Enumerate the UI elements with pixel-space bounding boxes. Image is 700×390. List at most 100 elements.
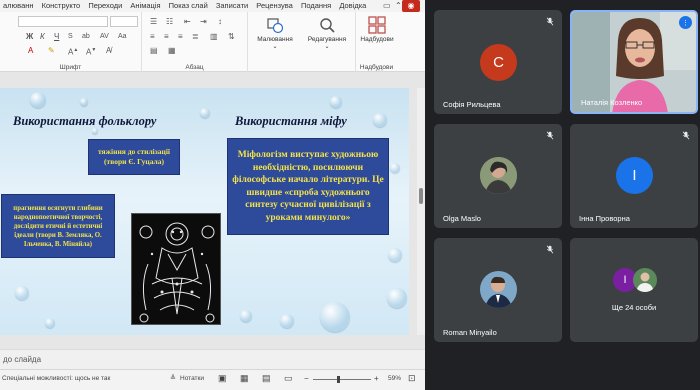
folk-illustration[interactable] xyxy=(131,213,221,325)
smartart-icon[interactable]: ▦ xyxy=(168,46,176,55)
align-left-icon[interactable]: ≡ xyxy=(150,32,155,41)
font-size-box[interactable] xyxy=(110,16,138,27)
reading-view-icon[interactable]: ▤ xyxy=(262,373,271,384)
menu-item-view[interactable]: Подання xyxy=(298,0,334,10)
editing-button[interactable]: Редагування ⌄ xyxy=(302,16,352,50)
water-drop xyxy=(30,92,46,108)
water-drop xyxy=(80,98,88,106)
scrollbar-thumb[interactable] xyxy=(419,188,423,204)
participant-tile[interactable]: І Інна Проворна xyxy=(570,124,698,228)
water-drop xyxy=(330,96,342,108)
drawing-label: Малювання xyxy=(257,36,293,43)
water-drop xyxy=(390,163,400,173)
slide-canvas[interactable]: Використання фольклору Використання міфу… xyxy=(0,88,409,335)
status-bar: Спеціальні можливості: щось не так ≜ Нот… xyxy=(0,369,425,390)
water-drop xyxy=(388,248,402,262)
grow-font-icon[interactable]: A▲ xyxy=(68,46,78,57)
notes-icon[interactable]: ≜ xyxy=(170,374,176,382)
bullets-icon[interactable]: ☰ xyxy=(150,17,157,26)
more-participants-tile[interactable]: І Ще 24 особи xyxy=(570,238,698,342)
strikethrough-icon[interactable]: ab xyxy=(82,32,90,41)
align-text-icon[interactable]: ▤ xyxy=(150,46,158,55)
decrease-indent-icon[interactable]: ⇤ xyxy=(184,17,191,26)
menu-item-draw[interactable]: алюванн xyxy=(0,0,37,10)
menu-item-design[interactable]: Конструкто xyxy=(39,0,84,10)
myth-box[interactable]: Міфологізм виступає художньою необхідніс… xyxy=(227,138,389,235)
change-case-icon[interactable]: Aa xyxy=(118,32,127,41)
shapes-icon xyxy=(266,16,284,34)
slide-scrollbar[interactable] xyxy=(417,88,425,335)
zoom-slider[interactable] xyxy=(313,379,371,380)
water-drop xyxy=(45,318,55,328)
zoom-level[interactable]: 59% xyxy=(388,375,401,382)
zoom-in-icon[interactable]: + xyxy=(374,374,379,383)
shadow-icon[interactable]: S xyxy=(68,32,73,41)
stylization-box[interactable]: тяжіння до стилізації (твори Є. Гуцала) xyxy=(88,139,180,175)
columns-icon[interactable]: ▥ xyxy=(210,32,218,41)
mic-off-icon xyxy=(682,131,690,140)
comments-icon[interactable]: ▭ xyxy=(380,0,392,12)
participant-name: Roman Minyailo xyxy=(443,328,497,337)
text-direction-icon[interactable]: ⇅ xyxy=(228,32,235,41)
drawing-button[interactable]: Малювання ⌄ xyxy=(252,16,298,50)
bold-icon[interactable]: Ж xyxy=(26,32,33,41)
accessibility-status[interactable]: Спеціальні можливості: щось не так xyxy=(2,375,110,382)
menu-item-animations[interactable]: Анімація xyxy=(127,0,163,10)
deep-folk-text: прагнення осягнути глибини народнопоетич… xyxy=(13,204,103,248)
highlight-icon[interactable]: ✎ xyxy=(48,46,55,55)
participant-name: Софія Рильцева xyxy=(443,100,501,109)
water-drop xyxy=(200,108,210,118)
increase-indent-icon[interactable]: ⇥ xyxy=(200,17,207,26)
slide-sorter-icon[interactable]: ▦ xyxy=(240,373,249,384)
align-center-icon[interactable]: ≡ xyxy=(164,32,169,41)
zoom-out-icon[interactable]: − xyxy=(304,374,309,383)
notes-pane[interactable]: до слайда xyxy=(0,349,425,369)
heading-folklore: Використання фольклору xyxy=(13,114,157,128)
addins-button[interactable]: Надбудови xyxy=(356,16,398,43)
avatar: С xyxy=(480,44,517,81)
normal-view-icon[interactable]: ▣ xyxy=(218,373,227,384)
menu-item-review[interactable]: Рецензува xyxy=(253,0,296,10)
zoom-slider-handle[interactable] xyxy=(337,376,340,383)
addins-icon xyxy=(368,16,386,34)
avatar xyxy=(480,157,517,194)
underline-icon[interactable]: Ч xyxy=(54,32,59,41)
font-color-icon[interactable]: A xyxy=(28,46,33,55)
slideshow-view-icon[interactable]: ▭ xyxy=(284,373,293,384)
numbering-icon[interactable]: ☷ xyxy=(166,17,173,26)
ribbon-display-icon[interactable]: ⌃ xyxy=(392,0,402,12)
line-spacing-icon[interactable]: ↕ xyxy=(218,17,222,26)
participant-tile[interactable]: Olga Maslo xyxy=(434,124,562,228)
deep-folk-box[interactable]: прагнення осягнути глибини народнопоетич… xyxy=(1,194,115,258)
water-drop xyxy=(320,302,350,332)
water-drop xyxy=(15,286,29,300)
record-icon[interactable]: ◉ xyxy=(402,0,420,12)
font-name-box[interactable] xyxy=(18,16,108,27)
participant-name: Olga Maslo xyxy=(443,214,481,223)
menu-item-slideshow[interactable]: Показ слай xyxy=(166,0,211,10)
paragraph-group-label: Абзац xyxy=(185,64,204,71)
mic-off-icon xyxy=(546,17,554,26)
speaking-indicator-icon: ⋮ xyxy=(679,16,692,29)
participant-tile-active[interactable]: ⋮ Наталія Козленко xyxy=(570,10,698,114)
more-participants-label: Ще 24 особи xyxy=(611,303,657,312)
menu-item-help[interactable]: Довідка xyxy=(336,0,369,10)
water-drop xyxy=(240,310,252,322)
stylization-text: тяжіння до стилізації (твори Є. Гуцала) xyxy=(97,147,171,166)
italic-icon[interactable]: К xyxy=(40,32,45,41)
align-right-icon[interactable]: ≡ xyxy=(178,32,183,41)
participant-tile[interactable]: С Софія Рильцева xyxy=(434,10,562,114)
menu-item-transitions[interactable]: Переходи xyxy=(85,0,125,10)
menu-item-record[interactable]: Записати xyxy=(213,0,251,10)
notes-button[interactable]: Нотатки xyxy=(180,375,204,382)
addins-group: Надбудови Надбудови xyxy=(355,12,397,72)
char-spacing-icon[interactable]: AV xyxy=(100,32,109,41)
participant-name: Наталія Козленко xyxy=(581,98,643,107)
mic-off-icon xyxy=(546,245,554,254)
clear-format-icon[interactable]: A̸ xyxy=(106,46,111,55)
water-drop xyxy=(280,314,294,328)
shrink-font-icon[interactable]: A▼ xyxy=(86,46,96,57)
participant-tile[interactable]: Roman Minyailo xyxy=(434,238,562,342)
justify-icon[interactable]: ≣ xyxy=(192,32,199,41)
fit-slide-icon[interactable]: ⊡ xyxy=(408,373,416,384)
